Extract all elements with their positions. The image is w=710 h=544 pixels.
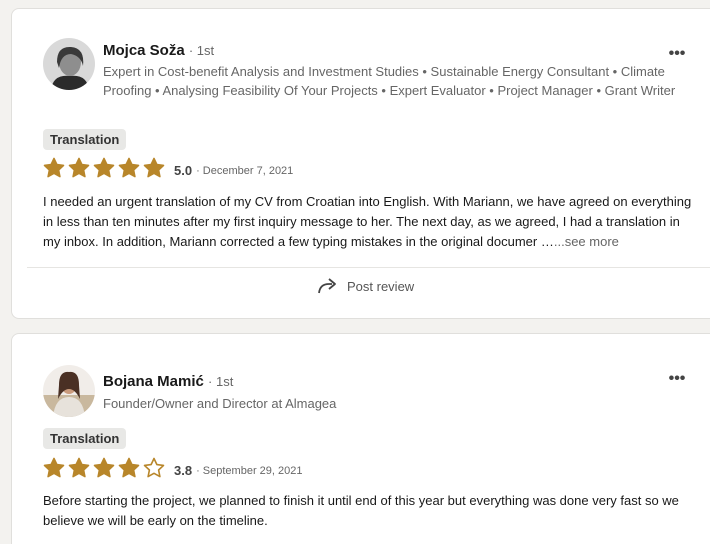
star-filled-icon	[43, 157, 65, 179]
more-options-button[interactable]: •••	[665, 45, 689, 63]
rating-line: 5.0 · December 7, 2021	[43, 157, 293, 184]
connection-degree: · 1st	[208, 374, 234, 389]
review-date: · December 7, 2021	[196, 164, 294, 177]
star-rating	[43, 457, 168, 484]
star-rating	[43, 157, 168, 184]
star-filled-icon	[118, 157, 140, 179]
review-text: I needed an urgent translation of my CV …	[43, 192, 698, 252]
post-review-label: Post review	[347, 278, 415, 294]
reviewer-name[interactable]: Mojca Soža	[103, 42, 185, 59]
reviewer-name-line: Bojana Mamić · 1st	[103, 373, 233, 390]
avatar[interactable]	[43, 365, 95, 417]
post-review-button[interactable]: Post review	[317, 277, 414, 295]
rating-score: 3.8	[174, 463, 193, 478]
rating-line: 3.8 · September 29, 2021	[43, 457, 302, 484]
rating-score: 5.0	[174, 163, 193, 178]
see-more-link[interactable]: ...see more	[554, 234, 619, 249]
divider	[27, 267, 710, 268]
service-tag: Translation	[43, 129, 127, 150]
review-card: Bojana Mamić · 1st Founder/Owner and Dir…	[11, 333, 710, 544]
star-filled-icon	[93, 457, 115, 479]
more-options-button[interactable]: •••	[665, 370, 689, 388]
star-filled-icon	[143, 157, 165, 179]
more-horizontal-icon: •••	[668, 370, 686, 387]
service-tag: Translation	[43, 428, 127, 449]
reviewer-name-line: Mojca Soža · 1st	[103, 42, 214, 59]
reviewer-name[interactable]: Bojana Mamić	[103, 373, 204, 390]
review-body: Before starting the project, we planned …	[43, 493, 679, 528]
more-horizontal-icon: •••	[668, 45, 686, 62]
review-date: · September 29, 2021	[196, 464, 303, 477]
review-card: Mojca Soža · 1st Expert in Cost-benefit …	[11, 8, 710, 319]
star-filled-icon	[118, 457, 140, 479]
star-empty-icon	[143, 457, 165, 479]
star-filled-icon	[68, 457, 90, 479]
share-arrow-icon	[318, 278, 336, 294]
star-filled-icon	[68, 157, 90, 179]
connection-degree: · 1st	[188, 43, 215, 58]
star-filled-icon	[43, 457, 65, 479]
review-text: Before starting the project, we planned …	[43, 491, 698, 531]
star-filled-icon	[93, 157, 115, 179]
reviewer-headline: Founder/Owner and Director at Almagea	[103, 396, 337, 411]
avatar[interactable]	[43, 38, 95, 90]
reviewer-headline: Expert in Cost-benefit Analysis and Inve…	[103, 64, 676, 98]
